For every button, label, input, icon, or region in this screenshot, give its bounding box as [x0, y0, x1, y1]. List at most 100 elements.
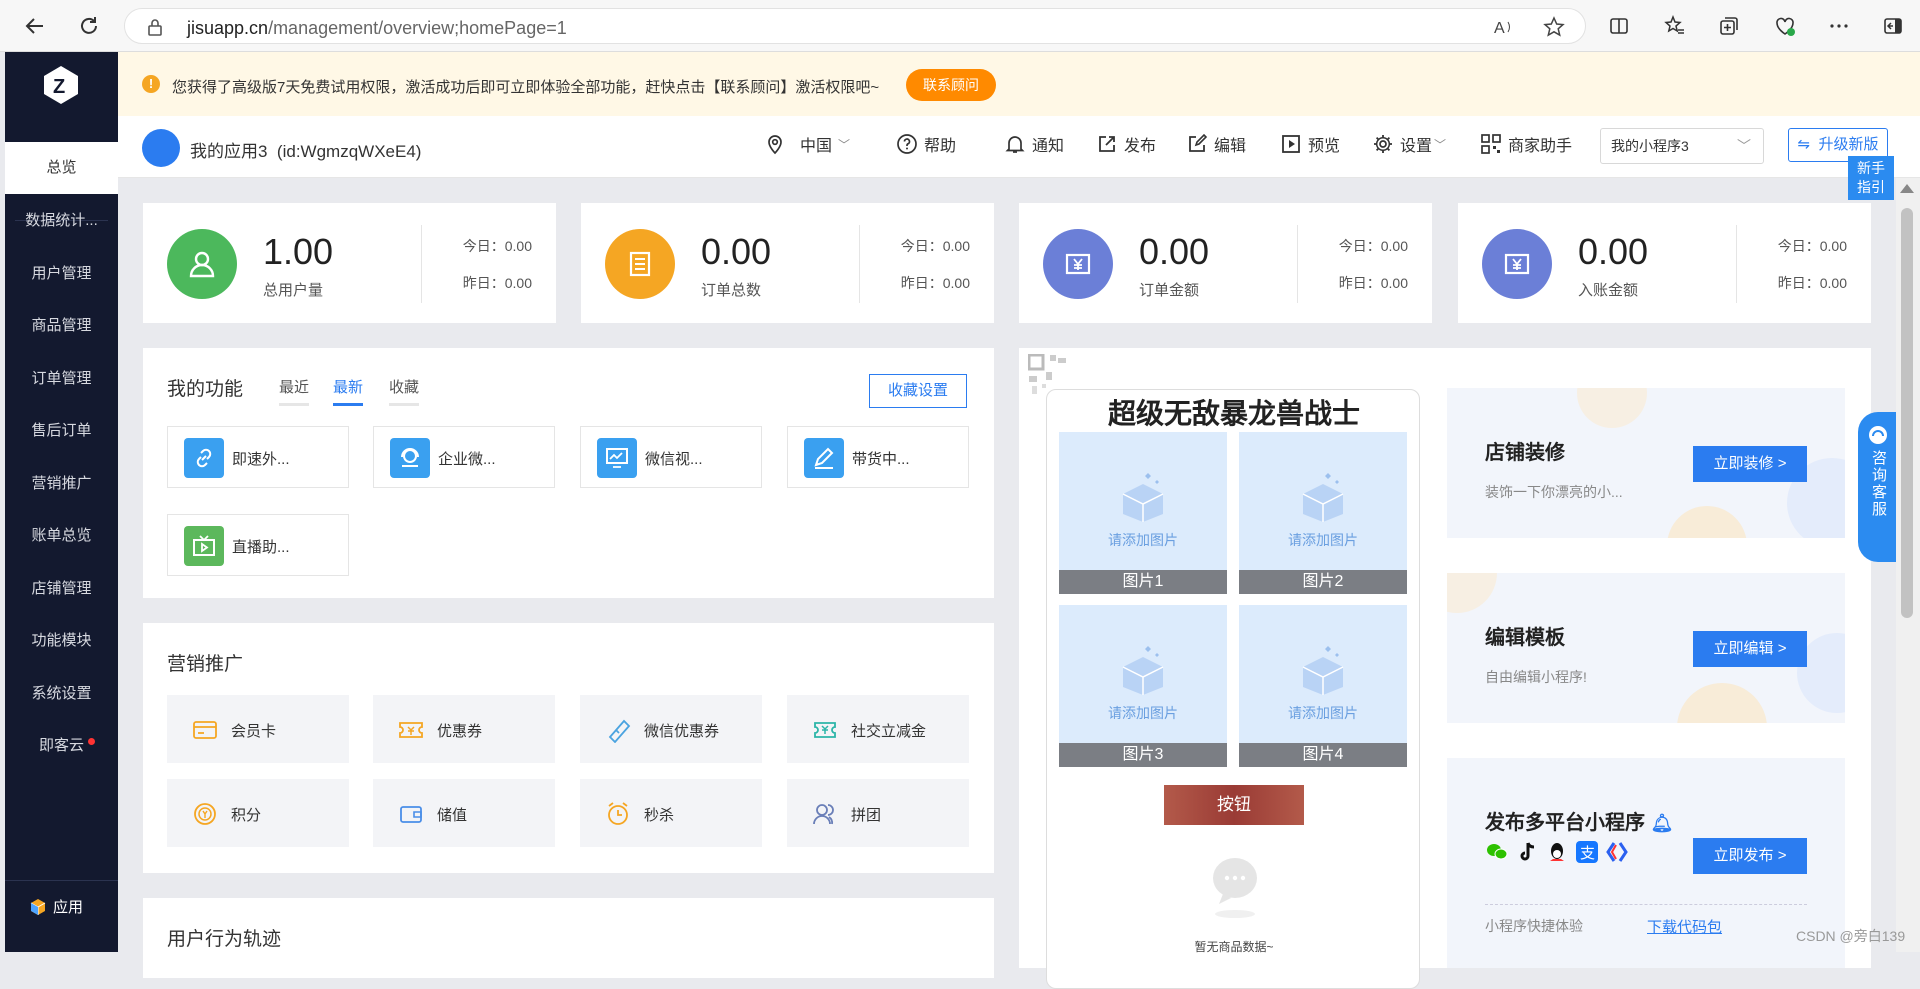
scroll-up-arrow-icon[interactable]: [1900, 184, 1914, 193]
logo-icon[interactable]: Z: [40, 64, 82, 106]
tab-latest[interactable]: 最新: [333, 376, 364, 406]
merchant-assistant-button[interactable]: 商家助手: [1480, 132, 1572, 156]
publish-button[interactable]: 发布: [1096, 132, 1156, 156]
notify-button[interactable]: 通知: [1004, 132, 1064, 156]
favorite-star-icon[interactable]: [1543, 16, 1565, 38]
tab-recent[interactable]: 最近: [279, 376, 310, 406]
alipay-icon: 支: [1576, 841, 1598, 863]
sidebar-item-orders[interactable]: 订单管理: [5, 353, 118, 405]
promo-title: 店铺装修: [1485, 442, 1565, 464]
marketing-item[interactable]: 优惠券: [373, 695, 555, 763]
marketing-panel: 营销推广 会员卡 优惠券 微信优惠券 社交立减金 积分 储值 秒杀 拼团: [143, 623, 994, 873]
gear-icon: [1374, 135, 1392, 153]
feature-item[interactable]: 企业微...: [373, 426, 555, 488]
stat-card-income: 0.00 入账金额 今日：0.00 昨日：0.00: [1458, 203, 1871, 323]
contact-advisor-button[interactable]: 联系顾问: [906, 69, 996, 101]
stat-today: 今日：0.00: [900, 238, 970, 254]
promo-card-publish: 发布多平台小程序 🔔︎ 支 立即发布 > 小程序快捷体验 下载代码包: [1447, 758, 1845, 968]
settings-dropdown[interactable]: 设置 ﹀: [1372, 132, 1446, 156]
marketing-label: 储值: [437, 807, 468, 824]
sidebar: Z 总览 数据统计... 用户管理 商品管理 订单管理 售后订单 营销推广 账单…: [5, 52, 118, 952]
feature-item[interactable]: 微信视...: [580, 426, 762, 488]
preview-play-icon: [1282, 135, 1300, 153]
region-selector[interactable]: 中国 ﹀: [764, 132, 850, 156]
group-icon: [813, 804, 834, 825]
sidebar-item-users[interactable]: 用户管理: [5, 248, 118, 300]
marketing-item[interactable]: 储值: [373, 779, 555, 847]
edit-button[interactable]: 编辑: [1186, 132, 1246, 156]
headset-icon: [1869, 426, 1887, 444]
image-placeholder[interactable]: 请添加图片 图片2: [1239, 432, 1407, 594]
address-bar[interactable]: jisuapp.cn/management/overview;homePage=…: [124, 8, 1586, 44]
sidebar-item-marketing[interactable]: 营销推广: [5, 458, 118, 510]
read-aloud-icon[interactable]: A: [1493, 16, 1515, 38]
promo-divider: [1485, 904, 1807, 905]
sidebar-item-bills[interactable]: 账单总览: [5, 510, 118, 562]
baidu-icon: [1606, 842, 1628, 862]
marketing-label: 积分: [231, 807, 262, 824]
sidebar-item-label: 账单总览: [31, 527, 92, 544]
marketing-item[interactable]: 秒杀: [580, 779, 762, 847]
sidebar-apps-button[interactable]: 应用: [29, 896, 83, 917]
video-monitor-icon: [597, 438, 637, 478]
marketing-item[interactable]: 社交立减金: [787, 695, 969, 763]
chevron-down-icon: ﹀: [838, 137, 851, 152]
more-menu-icon[interactable]: [1826, 13, 1852, 39]
marketing-item[interactable]: 拼团: [787, 779, 969, 847]
sidebar-item-products[interactable]: 商品管理: [5, 300, 118, 352]
refresh-icon[interactable]: [76, 13, 102, 39]
promo-subtitle: 自由编辑小程序!: [1485, 669, 1587, 685]
beginner-guide-button[interactable]: 新手 指引: [1848, 156, 1894, 200]
sidebar-item-label: 售后订单: [31, 422, 92, 439]
marketing-item[interactable]: 会员卡: [167, 695, 349, 763]
preview-button-element[interactable]: 按钮: [1164, 785, 1304, 825]
program-select[interactable]: 我的小程序3 ﹀: [1600, 128, 1764, 164]
guide-line: 新手: [1857, 160, 1885, 176]
image-placeholder[interactable]: 请添加图片 图片4: [1239, 605, 1407, 767]
placeholder-text: 请添加图片: [1108, 532, 1178, 548]
image-placeholder[interactable]: 请添加图片 图片3: [1059, 605, 1227, 767]
marketing-item[interactable]: 微信优惠券: [580, 695, 762, 763]
sidebar-toggle-icon[interactable]: [1880, 13, 1906, 39]
pen-icon: [804, 438, 844, 478]
stat-card-orders: 0.00 订单总数 今日：0.00 昨日：0.00: [581, 203, 994, 323]
no-data-text: 暂无商品数据~: [1194, 940, 1274, 954]
favorite-settings-button[interactable]: 收藏设置: [869, 374, 967, 408]
browser-essentials-icon[interactable]: [1772, 13, 1798, 39]
download-code-link[interactable]: 下载代码包: [1647, 916, 1722, 937]
feature-item[interactable]: 直播助...: [167, 514, 349, 576]
promo-title: 编辑模板: [1485, 627, 1565, 649]
sidebar-item-modules[interactable]: 功能模块: [5, 615, 118, 667]
feature-item[interactable]: 带货中...: [787, 426, 969, 488]
customer-service-button[interactable]: 咨询客服: [1858, 412, 1898, 562]
help-button[interactable]: 帮助: [896, 132, 956, 156]
scrollbar-thumb[interactable]: [1901, 208, 1913, 618]
sidebar-item-overview[interactable]: 总览: [5, 142, 118, 194]
preview-title: 超级无敌暴龙兽战士: [1107, 398, 1360, 429]
marketing-item[interactable]: 积分: [167, 779, 349, 847]
svg-text:支: 支: [1580, 844, 1595, 862]
publish-now-button[interactable]: 立即发布 >: [1693, 838, 1807, 874]
region-label: 中国: [800, 138, 833, 155]
user-behavior-panel: 用户行为轨迹: [143, 898, 994, 978]
back-icon[interactable]: [22, 13, 48, 39]
sidebar-item-store[interactable]: 店铺管理: [5, 563, 118, 615]
notification-dot: [88, 738, 95, 745]
sidebar-item-after-sales[interactable]: 售后订单: [5, 405, 118, 457]
decorate-now-button[interactable]: 立即装修 >: [1693, 446, 1807, 482]
sidebar-item-data-stats[interactable]: 数据统计...: [5, 195, 118, 247]
quick-experience-label: 小程序快捷体验: [1485, 918, 1583, 934]
sidebar-item-jike-cloud[interactable]: 即客云: [5, 720, 118, 772]
split-screen-icon[interactable]: [1606, 13, 1632, 39]
tab-favorites[interactable]: 收藏: [389, 376, 420, 406]
promo-subtitle: 装饰一下你漂亮的小...: [1485, 484, 1623, 500]
collections-icon[interactable]: [1716, 13, 1742, 39]
stat-divider: [1736, 225, 1737, 303]
preview-button[interactable]: 预览: [1280, 132, 1340, 156]
favorites-icon[interactable]: [1662, 13, 1688, 39]
edit-now-button[interactable]: 立即编辑 >: [1693, 631, 1807, 667]
stat-value: 0.00: [1139, 231, 1210, 272]
feature-item[interactable]: 即速外...: [167, 426, 349, 488]
sidebar-item-settings[interactable]: 系统设置: [5, 668, 118, 720]
image-placeholder[interactable]: 请添加图片 图片1: [1059, 432, 1227, 594]
